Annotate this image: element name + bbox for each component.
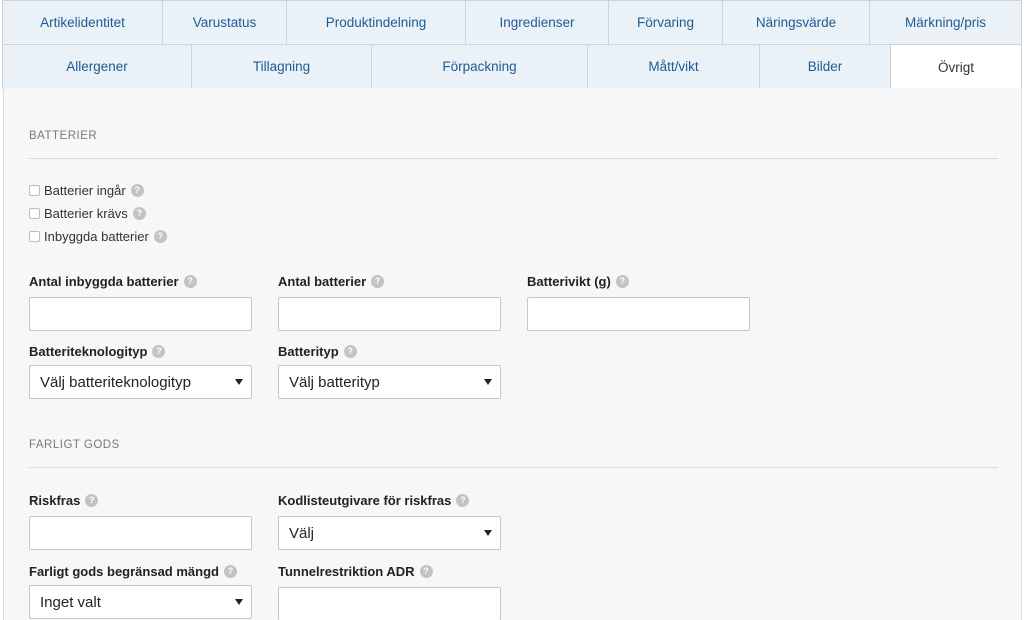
antal-batterier-input[interactable] xyxy=(278,297,501,331)
field-label: Tunnelrestriktion ADR ? xyxy=(278,563,501,579)
batterier-kravs-checkbox[interactable] xyxy=(29,208,40,219)
label-text: Farligt gods begränsad mängd xyxy=(29,563,219,579)
kodlisteutgivare-select[interactable]: Välj xyxy=(278,516,501,550)
label-text: Riskfras xyxy=(29,492,81,508)
field-kodlisteutgivare: Kodlisteutgivare för riskfras ? Välj xyxy=(278,492,501,550)
tab-produktindelning[interactable]: Produktindelning xyxy=(286,0,465,45)
batterityp-select[interactable]: Välj batterityp xyxy=(278,365,501,399)
tab-ovrigt[interactable]: Övrigt xyxy=(890,44,1022,89)
question-circle-icon[interactable]: ? xyxy=(153,230,167,243)
field-antal-inbyggda-batterier: Antal inbyggda batterier ? xyxy=(29,273,252,331)
question-circle-icon[interactable]: ? xyxy=(183,274,197,288)
section-divider xyxy=(29,467,998,468)
inbyggda-batterier-checkbox[interactable] xyxy=(29,231,40,242)
begransad-mangd-select[interactable]: Inget valt xyxy=(29,585,252,619)
field-farligt-gods-begransad-mangd: Farligt gods begränsad mängd ? Inget val… xyxy=(29,563,252,619)
field-antal-batterier: Antal batterier ? xyxy=(278,273,501,331)
label-text: Antal batterier xyxy=(278,273,367,289)
tab-markning-pris[interactable]: Märkning/pris xyxy=(869,0,1022,45)
field-batterityp: Batterityp ? Välj batterityp xyxy=(278,343,501,399)
checkbox-row-inbyggda-batterier[interactable]: Inbyggda batterier ? xyxy=(29,229,167,244)
section-title-farligt-gods: FARLIGT GODS xyxy=(29,439,120,451)
checkbox-label: Inbyggda batterier xyxy=(44,229,149,244)
question-circle-icon[interactable]: ? xyxy=(130,184,144,197)
tab-artikelidentitet[interactable]: Artikelidentitet xyxy=(2,0,162,45)
tab-bar: Artikelidentitet Varustatus Produktindel… xyxy=(2,0,1022,89)
select-value: Välj batterityp xyxy=(289,373,380,391)
riskfras-input[interactable] xyxy=(29,516,252,550)
tab-ingredienser[interactable]: Ingredienser xyxy=(465,0,608,45)
section-divider xyxy=(29,158,998,159)
question-circle-icon[interactable]: ? xyxy=(152,344,166,358)
field-label: Batterityp ? xyxy=(278,343,501,359)
tab-naringsvarde[interactable]: Näringsvärde xyxy=(722,0,869,45)
field-label: Batterivikt (g) ? xyxy=(527,273,750,289)
checkbox-row-batterier-ingar[interactable]: Batterier ingår ? xyxy=(29,183,144,198)
tab-tillagning[interactable]: Tillagning xyxy=(191,44,371,89)
field-label: Antal batterier ? xyxy=(278,273,501,289)
select-value: Välj xyxy=(289,524,315,542)
label-text: Kodlisteutgivare för riskfras xyxy=(278,492,452,508)
field-batterivikt: Batterivikt (g) ? xyxy=(527,273,750,331)
select-value: Inget valt xyxy=(40,593,101,611)
tab-forvaring[interactable]: Förvaring xyxy=(608,0,722,45)
field-label: Batteriteknologityp ? xyxy=(29,343,252,359)
tab-forpackning[interactable]: Förpackning xyxy=(371,44,587,89)
question-circle-icon[interactable]: ? xyxy=(615,274,629,288)
tab-varustatus[interactable]: Varustatus xyxy=(162,0,286,45)
batterier-ingar-checkbox[interactable] xyxy=(29,185,40,196)
question-circle-icon[interactable]: ? xyxy=(132,207,146,220)
label-text: Batteriteknologityp xyxy=(29,343,148,359)
caret-down-icon xyxy=(235,379,243,385)
caret-down-icon xyxy=(235,599,243,605)
tab-row-2: Allergener Tillagning Förpackning Mått/v… xyxy=(2,44,1022,89)
question-circle-icon[interactable]: ? xyxy=(343,344,357,358)
checkbox-label: Batterier ingår xyxy=(44,183,126,198)
field-label: Riskfras ? xyxy=(29,492,252,508)
label-text: Tunnelrestriktion ADR xyxy=(278,563,415,579)
label-text: Antal inbyggda batterier xyxy=(29,273,179,289)
tab-allergener[interactable]: Allergener xyxy=(2,44,191,89)
question-circle-icon[interactable]: ? xyxy=(419,564,433,578)
field-label: Kodlisteutgivare för riskfras ? xyxy=(278,492,501,508)
field-batteriteknologityp: Batteriteknologityp ? Välj batteriteknol… xyxy=(29,343,252,399)
select-value: Välj batteriteknologityp xyxy=(40,373,191,391)
caret-down-icon xyxy=(484,379,492,385)
tab-matt-vikt[interactable]: Mått/vikt xyxy=(587,44,759,89)
field-label: Farligt gods begränsad mängd ? xyxy=(29,563,252,579)
question-circle-icon[interactable]: ? xyxy=(85,493,99,507)
batteriteknologityp-select[interactable]: Välj batteriteknologityp xyxy=(29,365,252,399)
checkbox-label: Batterier krävs xyxy=(44,206,128,221)
batterivikt-input[interactable] xyxy=(527,297,750,331)
caret-down-icon xyxy=(484,530,492,536)
tab-bilder[interactable]: Bilder xyxy=(759,44,890,89)
question-circle-icon[interactable]: ? xyxy=(371,274,385,288)
question-circle-icon[interactable]: ? xyxy=(456,493,470,507)
section-title-batterier: BATTERIER xyxy=(29,130,98,142)
field-tunnelrestriktion-adr: Tunnelrestriktion ADR ? xyxy=(278,563,501,620)
field-riskfras: Riskfras ? xyxy=(29,492,252,550)
tab-row-1: Artikelidentitet Varustatus Produktindel… xyxy=(2,0,1022,45)
antal-inbyggda-batterier-input[interactable] xyxy=(29,297,252,331)
content-panel: BATTERIER Batterier ingår ? Batterier kr… xyxy=(3,88,1022,620)
question-circle-icon[interactable]: ? xyxy=(223,564,237,578)
label-text: Batterivikt (g) xyxy=(527,273,611,289)
tunnelrestriktion-adr-input[interactable] xyxy=(278,587,501,620)
checkbox-row-batterier-kravs[interactable]: Batterier krävs ? xyxy=(29,206,146,221)
label-text: Batterityp xyxy=(278,343,339,359)
field-label: Antal inbyggda batterier ? xyxy=(29,273,252,289)
